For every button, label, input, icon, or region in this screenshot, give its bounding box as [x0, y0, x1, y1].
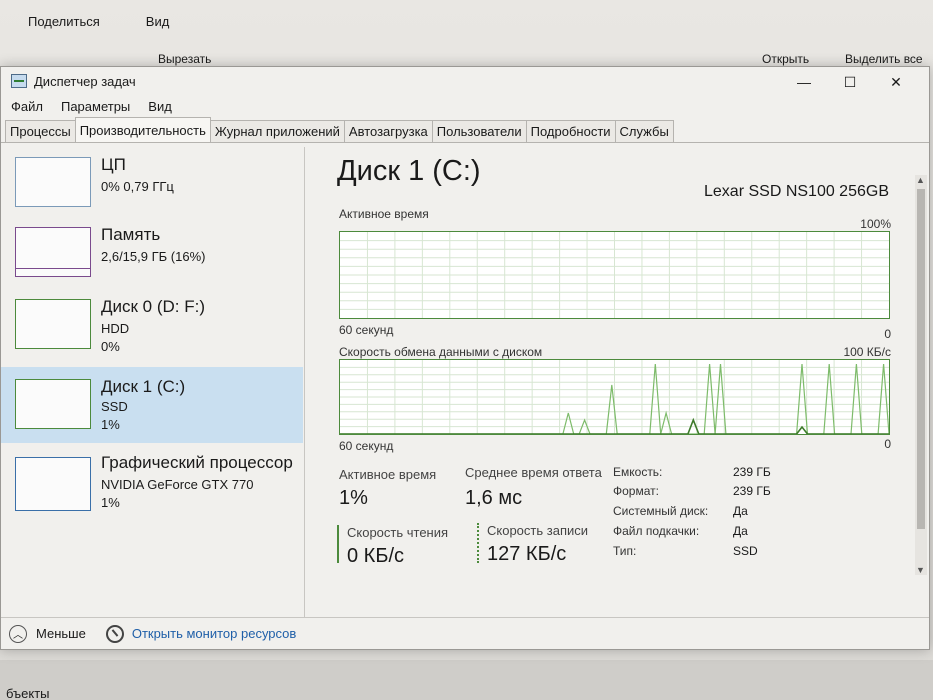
graph2-min: 0: [884, 437, 891, 451]
task-manager-window: Диспетчер задач — ☐ ✕ Файл Параметры Вид…: [0, 66, 930, 650]
fewer-details-button[interactable]: Меньше: [36, 626, 86, 641]
graph2-time: 60 секунд: [339, 439, 394, 453]
sidebar-item-detail: 0% 0,79 ГГц: [101, 179, 174, 194]
active-time-value: 1%: [339, 487, 368, 509]
active-time-graph-svg: [340, 232, 889, 318]
tab-performance[interactable]: Производительность: [74, 117, 211, 142]
read-speed-indicator: [337, 525, 339, 563]
read-speed-label: Скорость чтения: [347, 525, 449, 540]
prop-system-disk-value: Да: [733, 504, 748, 518]
tab-details[interactable]: Подробности: [525, 120, 616, 142]
sidebar-item-usage: 1%: [101, 417, 120, 432]
memory-thumbnail-graph: [15, 227, 91, 277]
tab-users[interactable]: Пользователи: [431, 120, 527, 142]
tab-app-history[interactable]: Журнал приложений: [209, 120, 345, 142]
gpu-thumbnail-graph: [15, 457, 91, 511]
tab-services[interactable]: Службы: [614, 120, 674, 142]
graph2-label: Скорость обмена данными с диском: [339, 345, 543, 359]
sidebar-item-title: Память: [101, 225, 161, 244]
explorer-menu-view[interactable]: Вид: [146, 14, 170, 29]
prop-format-key: Формат:: [613, 484, 659, 498]
prop-type-value: SSD: [733, 544, 758, 558]
disk0-thumbnail-graph: [15, 299, 91, 349]
sidebar-item-cpu[interactable]: ЦП 0% 0,79 ГГц: [1, 149, 303, 225]
graph1-time: 60 секунд: [339, 323, 394, 337]
active-time-label: Активное время: [339, 467, 437, 482]
response-time-label: Среднее время ответа: [465, 465, 602, 480]
explorer-status-text: бъекты: [6, 686, 50, 700]
sidebar-item-title: Диск 0 (D: F:): [101, 297, 206, 316]
prop-system-disk-key: Системный диск:: [613, 504, 709, 518]
sidebar-item-gpu[interactable]: Графический процессор NVIDIA GeForce GTX…: [1, 447, 303, 523]
menu-view[interactable]: Вид: [148, 99, 172, 114]
chevron-up-icon[interactable]: ︿: [9, 624, 27, 643]
explorer-menu-share[interactable]: Поделиться: [28, 14, 100, 29]
write-speed-indicator: [477, 523, 479, 563]
title-bar[interactable]: Диспетчер задач — ☐ ✕: [1, 67, 929, 95]
ribbon-open-button[interactable]: Открыть: [762, 52, 809, 66]
maximize-button[interactable]: ☐: [827, 69, 873, 95]
disk1-thumbnail-graph: [15, 379, 91, 429]
disk-detail-panel: Диск 1 (C:) Lexar SSD NS100 256GB Активн…: [337, 147, 897, 617]
sidebar-item-detail: 2,6/15,9 ГБ (16%): [101, 249, 206, 264]
graph1-label: Активное время: [339, 207, 429, 221]
window-title: Диспетчер задач: [34, 73, 136, 89]
explorer-menu: Поделиться Вид: [28, 14, 169, 29]
window-controls: — ☐ ✕: [781, 69, 919, 95]
write-speed-value: 127 КБ/с: [487, 543, 567, 565]
sidebar-item-memory[interactable]: Память 2,6/15,9 ГБ (16%): [1, 219, 303, 295]
sidebar-item-usage: 1%: [101, 495, 120, 510]
explorer-status-bar: бъекты: [0, 660, 933, 700]
sidebar-item-title: Графический процессор: [101, 453, 293, 472]
tab-processes[interactable]: Процессы: [5, 120, 76, 142]
sidebar-item-detail: NVIDIA GeForce GTX 770: [101, 477, 254, 492]
transfer-rate-graph: [339, 359, 890, 435]
ribbon-select-all-button[interactable]: Выделить все: [845, 52, 923, 66]
prop-capacity-key: Емкость:: [613, 465, 663, 479]
prop-page-file-value: Да: [733, 524, 748, 538]
prop-type-key: Тип:: [613, 544, 637, 558]
tab-bar: Процессы Производительность Журнал прило…: [1, 117, 929, 143]
performance-content: ЦП 0% 0,79 ГГц Память 2,6/15,9 ГБ (16%) …: [1, 147, 915, 617]
graph1-max: 100%: [860, 217, 891, 231]
performance-sidebar: ЦП 0% 0,79 ГГц Память 2,6/15,9 ГБ (16%) …: [1, 147, 305, 617]
sidebar-item-title: Диск 1 (C:): [101, 377, 186, 396]
graph1-min: 0: [884, 327, 891, 341]
scroll-thumb[interactable]: [917, 189, 925, 529]
write-speed-label: Скорость записи: [487, 523, 589, 538]
close-button[interactable]: ✕: [873, 69, 919, 95]
disk-model: Lexar SSD NS100 256GB: [704, 183, 889, 200]
minimize-button[interactable]: —: [781, 69, 827, 95]
tab-startup[interactable]: Автозагрузка: [343, 120, 433, 142]
ribbon-cut-button[interactable]: Вырезать: [158, 52, 211, 66]
sidebar-item-disk1[interactable]: Диск 1 (C:) SSD 1%: [1, 367, 303, 443]
graph2-max: 100 КБ/с: [843, 345, 891, 359]
read-speed-value: 0 КБ/с: [347, 545, 405, 567]
resource-monitor-icon: [105, 624, 124, 643]
sidebar-item-usage: 0%: [101, 339, 120, 354]
sidebar-item-disk0[interactable]: Диск 0 (D: F:) HDD 0%: [1, 291, 303, 367]
prop-page-file-key: Файл подкачки:: [613, 524, 700, 538]
sidebar-item-type: SSD: [101, 399, 128, 414]
prop-format-value: 239 ГБ: [733, 484, 771, 498]
menu-bar: Файл Параметры Вид: [1, 95, 929, 117]
prop-capacity-value: 239 ГБ: [733, 465, 771, 479]
footer-bar: ︿ Меньше Открыть монитор ресурсов: [1, 617, 929, 649]
active-time-graph: [339, 231, 890, 319]
menu-file[interactable]: Файл: [11, 99, 43, 114]
scroll-up-arrow-icon[interactable]: ▲: [916, 175, 925, 185]
open-resource-monitor-link[interactable]: Открыть монитор ресурсов: [132, 626, 296, 641]
disk-title: Диск 1 (C:): [337, 155, 481, 187]
scroll-down-arrow-icon[interactable]: ▼: [916, 565, 925, 575]
vertical-scrollbar[interactable]: ▲ ▼: [915, 175, 927, 575]
transfer-rate-graph-svg: [340, 360, 889, 434]
sidebar-item-title: ЦП: [101, 155, 126, 174]
sidebar-item-type: HDD: [101, 321, 130, 336]
task-manager-icon: [11, 74, 27, 88]
cpu-thumbnail-graph: [15, 157, 91, 207]
menu-options[interactable]: Параметры: [61, 99, 130, 114]
response-time-value: 1,6 мс: [465, 487, 523, 509]
